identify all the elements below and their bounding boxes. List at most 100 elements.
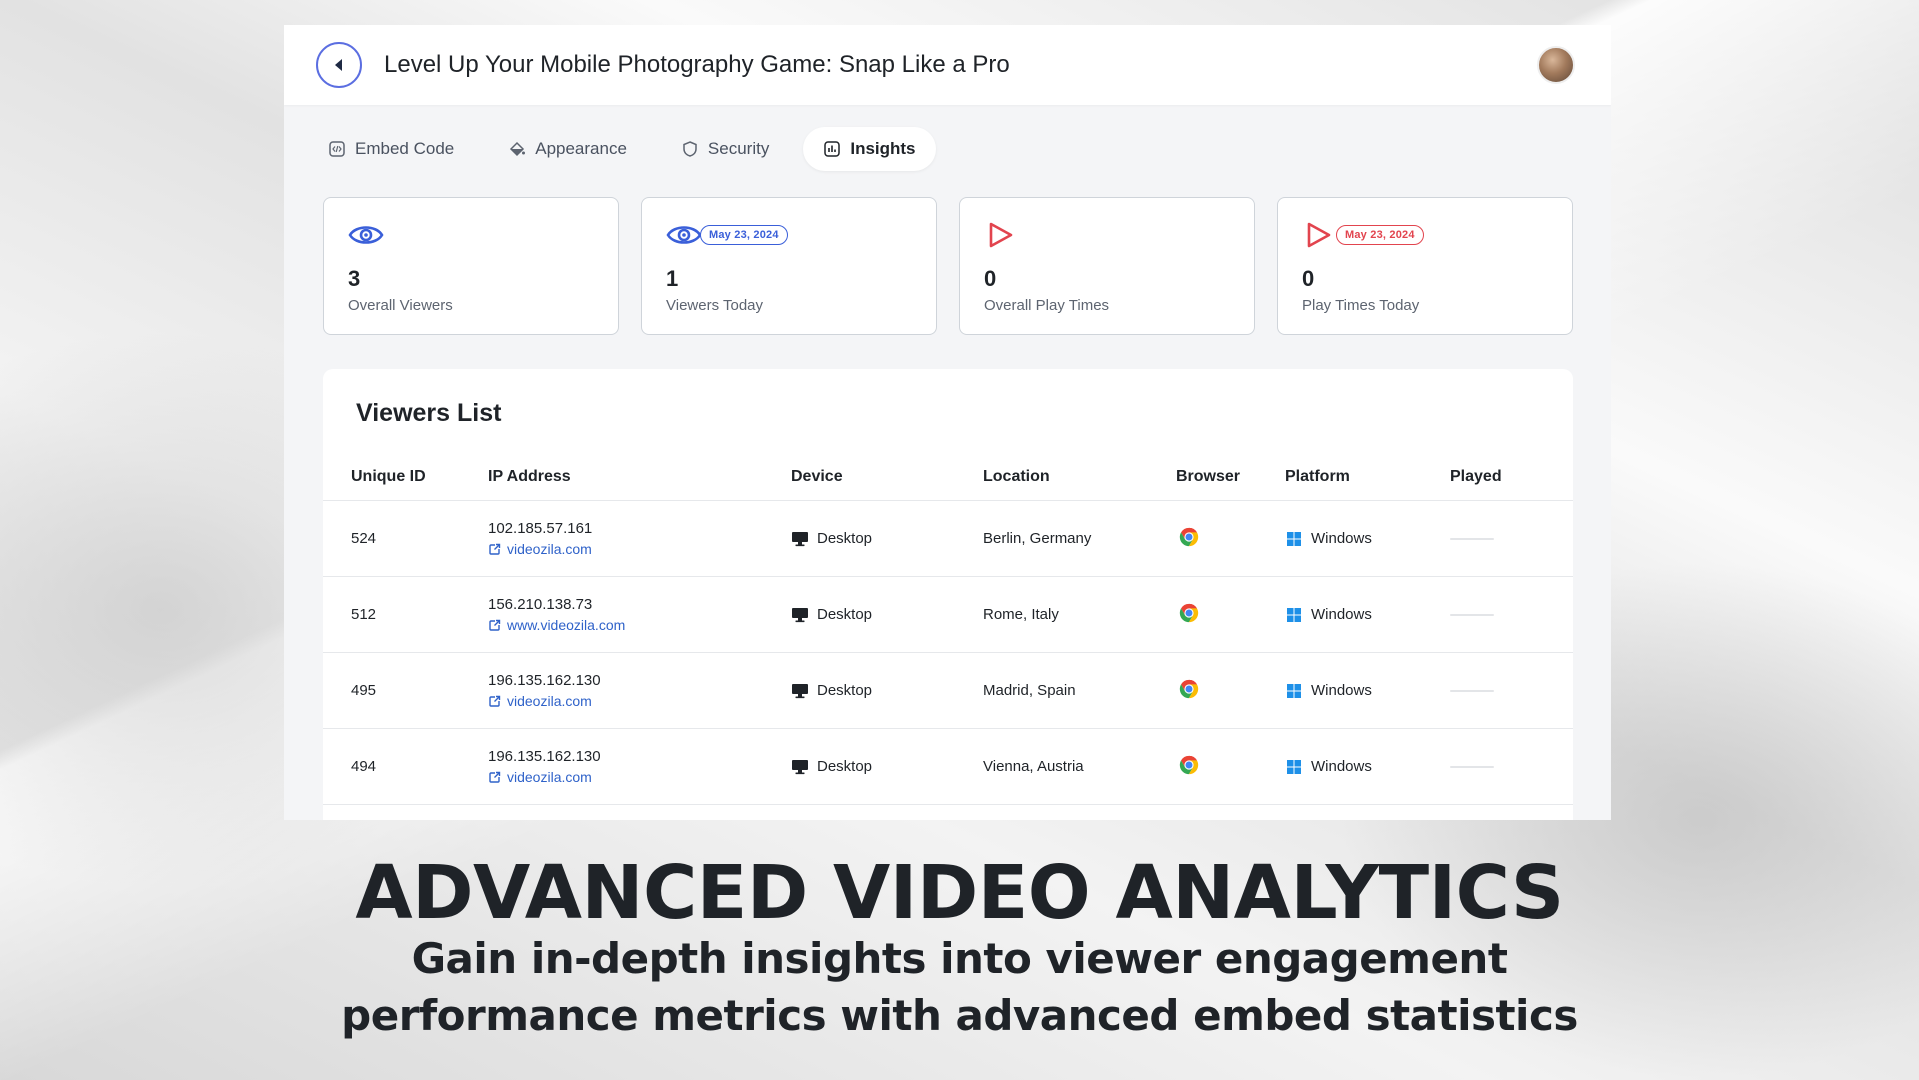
chrome-icon bbox=[1179, 527, 1199, 546]
tab-embed-code[interactable]: Embed Code bbox=[308, 127, 474, 171]
domain-text: videozila.com bbox=[507, 541, 592, 557]
played-indicator bbox=[1450, 689, 1494, 692]
device-label: Desktop bbox=[817, 682, 873, 699]
chart-icon bbox=[824, 141, 841, 157]
eye-icon bbox=[666, 226, 702, 244]
tab-label: Embed Code bbox=[355, 139, 455, 158]
eye-icon bbox=[348, 226, 384, 244]
stat-value: 3 bbox=[348, 266, 361, 291]
cell-location: Vienna, Austria bbox=[983, 728, 1176, 805]
code-icon bbox=[329, 141, 345, 157]
table-row[interactable]: 524 102.185.57.161 videozila.com Desktop Ber… bbox=[323, 500, 1573, 577]
page-title: Level Up Your Mobile Photography Game: S… bbox=[384, 51, 1010, 78]
cell-played bbox=[1450, 728, 1573, 805]
external-link-icon bbox=[489, 771, 501, 783]
cell-browser bbox=[1176, 728, 1285, 805]
top-bar: Level Up Your Mobile Photography Game: S… bbox=[284, 25, 1611, 105]
panel-title: Viewers List bbox=[356, 399, 502, 427]
back-arrow-icon bbox=[335, 59, 342, 71]
cell-platform: Windows bbox=[1285, 500, 1450, 577]
cell-device: Desktop bbox=[791, 500, 983, 577]
windows-icon bbox=[1287, 759, 1301, 774]
cell-browser bbox=[1176, 500, 1285, 577]
windows-icon bbox=[1287, 531, 1301, 546]
column-header[interactable]: Browser bbox=[1176, 454, 1285, 501]
back-button[interactable] bbox=[316, 42, 362, 88]
tab-bar: Embed Code Appearance Security Insights bbox=[284, 105, 1611, 171]
avatar[interactable] bbox=[1537, 46, 1575, 84]
unique-id: 524 bbox=[351, 530, 377, 547]
subheadline-line-1: Gain in-depth insights into viewer engag… bbox=[411, 934, 1508, 983]
domain-text: www.videozila.com bbox=[507, 617, 626, 633]
cell-location: Berlin, Germany bbox=[983, 500, 1176, 577]
device-label: Desktop bbox=[817, 530, 873, 547]
column-header[interactable]: Location bbox=[983, 454, 1176, 501]
paint-bucket-icon bbox=[510, 141, 526, 157]
tab-insights[interactable]: Insights bbox=[803, 127, 936, 171]
table-header-row: Unique ID IP Address Device Location Bro… bbox=[323, 454, 1573, 501]
cell-unique-id: 524 bbox=[323, 500, 488, 577]
stats-row: 3 Overall Viewers May 23, 2024 1 Viewers… bbox=[284, 171, 1611, 335]
column-header[interactable]: Platform bbox=[1285, 454, 1450, 501]
windows-icon bbox=[1287, 607, 1301, 622]
unique-id: 495 bbox=[351, 682, 377, 699]
windows-icon bbox=[1287, 683, 1301, 698]
stat-value: 1 bbox=[666, 266, 679, 291]
stat-value: 0 bbox=[984, 266, 997, 291]
cell-played bbox=[1450, 652, 1573, 729]
cell-ip-address: 196.135.162.130 videozila.com bbox=[488, 652, 791, 729]
column-header[interactable]: IP Address bbox=[488, 454, 791, 501]
stat-label: Overall Viewers bbox=[348, 297, 453, 314]
viewers-table: Unique ID IP Address Device Location Bro… bbox=[323, 454, 1573, 805]
chrome-icon bbox=[1179, 603, 1199, 622]
unique-id: 512 bbox=[351, 606, 377, 623]
stat-card-overall-play-times: 0 Overall Play Times bbox=[959, 197, 1255, 335]
cell-ip-address: 196.135.162.130 videozila.com bbox=[488, 728, 791, 805]
tab-appearance[interactable]: Appearance bbox=[488, 127, 647, 171]
cell-unique-id: 494 bbox=[323, 728, 488, 805]
column-header[interactable]: Device bbox=[791, 454, 983, 501]
play-icon bbox=[1307, 222, 1331, 248]
location: Berlin, Germany bbox=[983, 530, 1092, 547]
device-label: Desktop bbox=[817, 606, 873, 623]
domain-text: videozila.com bbox=[507, 693, 592, 709]
device-label: Desktop bbox=[817, 758, 873, 775]
shield-icon bbox=[683, 141, 697, 157]
table-row[interactable]: 495 196.135.162.130 videozila.com Desktop Ma… bbox=[323, 652, 1573, 729]
column-header[interactable]: Unique ID bbox=[323, 454, 488, 501]
domain-link[interactable]: videozila.com bbox=[488, 541, 791, 557]
domain-link[interactable]: videozila.com bbox=[488, 693, 791, 709]
viewers-list-panel: Viewers List Unique ID IP Address Device… bbox=[323, 369, 1573, 820]
column-header[interactable]: Played bbox=[1450, 454, 1573, 501]
cell-location: Rome, Italy bbox=[983, 576, 1176, 653]
domain-text: videozila.com bbox=[507, 769, 592, 785]
cell-unique-id: 512 bbox=[323, 576, 488, 653]
date-badge: May 23, 2024 bbox=[1336, 225, 1424, 245]
tab-security[interactable]: Security bbox=[661, 127, 789, 171]
table-row[interactable]: 512 156.210.138.73 www.videozila.com Deskto… bbox=[323, 576, 1573, 653]
played-indicator bbox=[1450, 537, 1494, 540]
stat-label: Overall Play Times bbox=[984, 297, 1110, 314]
desktop-icon bbox=[792, 607, 808, 622]
cell-ip-address: 102.185.57.161 videozila.com bbox=[488, 500, 791, 577]
tab-label: Security bbox=[707, 139, 770, 158]
cell-unique-id: 495 bbox=[323, 652, 488, 729]
table-row[interactable]: 494 196.135.162.130 videozila.com Desktop Vi… bbox=[323, 728, 1573, 805]
tab-label: Insights bbox=[850, 139, 916, 158]
domain-link[interactable]: www.videozila.com bbox=[488, 617, 791, 633]
external-link-icon bbox=[489, 543, 501, 555]
unique-id: 494 bbox=[351, 758, 377, 775]
cell-platform: Windows bbox=[1285, 576, 1450, 653]
stat-label: Play Times Today bbox=[1302, 297, 1420, 314]
location: Vienna, Austria bbox=[983, 758, 1084, 775]
location: Rome, Italy bbox=[983, 606, 1059, 623]
platform-label: Windows bbox=[1311, 606, 1372, 623]
cell-played bbox=[1450, 500, 1573, 577]
platform-label: Windows bbox=[1311, 530, 1372, 547]
play-icon bbox=[989, 222, 1013, 248]
ip-address: 196.135.162.130 bbox=[488, 672, 601, 689]
cell-platform: Windows bbox=[1285, 652, 1450, 729]
cell-browser bbox=[1176, 576, 1285, 653]
domain-link[interactable]: videozila.com bbox=[488, 769, 791, 785]
platform-label: Windows bbox=[1311, 758, 1372, 775]
